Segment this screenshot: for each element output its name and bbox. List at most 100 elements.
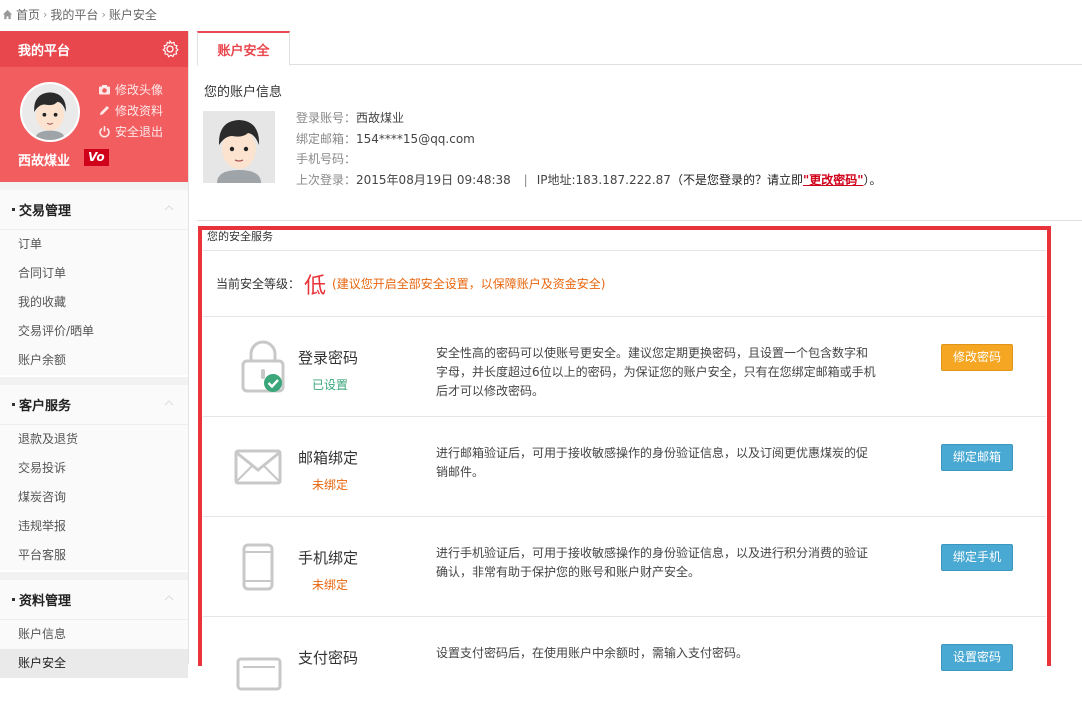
email-label: 绑定邮箱：: [296, 131, 357, 146]
username: 西故煤业: [18, 154, 71, 169]
mobile-phone-icon: [242, 543, 274, 591]
ip-value: 183.187.222.87: [575, 172, 671, 187]
security-level-tip: (建议您开启全部安全设置，以保障账户及资金安全): [332, 277, 606, 291]
change-password-link[interactable]: "更改密码": [803, 173, 864, 187]
login-account-row: 登录账号：西故煤业: [296, 108, 882, 129]
chevron-up-icon: [164, 205, 174, 211]
gear-icon[interactable]: [160, 39, 180, 59]
tab-bar: 账户安全: [197, 31, 1082, 66]
change-password-button[interactable]: 修改密码: [941, 344, 1013, 371]
sidebar-item-contract-orders[interactable]: 合同订单: [0, 259, 188, 288]
sidebar-item-balance[interactable]: 账户余额: [0, 346, 188, 375]
last-login-row: 上次登录：2015年08月19日 09:48:38 | IP地址:183.187.…: [296, 170, 882, 191]
sidebar-group-title[interactable]: 资料管理: [0, 580, 188, 620]
group-title-label: 交易管理: [19, 204, 72, 219]
sidebar-group-title[interactable]: 交易管理: [0, 190, 188, 230]
group-title-label: 客户服务: [19, 399, 72, 414]
envelope-icon: [234, 449, 282, 485]
last-login-label: 上次登录：: [296, 172, 357, 187]
service-desc: 进行手机验证后，可用于接收敏感操作的身份验证信息，以及进行积分消费的验证确认，非…: [436, 546, 869, 579]
security-level-row: 当前安全等级： 低 (建议您开启全部安全设置，以保障账户及资金安全): [203, 250, 1046, 317]
set-pay-password-button[interactable]: 设置密码: [941, 644, 1013, 671]
not-me-text: （不是您登录的？请立即: [670, 172, 803, 187]
logout-label: 安全退出: [115, 125, 164, 139]
not-me-end: ）。: [863, 172, 882, 187]
service-login-password: 登录密码 已设置 安全性高的密码可以使账号更安全。建议您定期更换密码，且设置一个…: [203, 317, 1046, 417]
avatar-cartoon-icon: [22, 84, 78, 140]
pencil-icon: [100, 106, 109, 115]
tab-account-security[interactable]: 账户安全: [197, 31, 290, 66]
vip-badge: Vo: [84, 149, 109, 166]
bullet-icon: [12, 208, 15, 211]
chevron-up-icon: [164, 595, 174, 601]
home-icon: [2, 9, 13, 19]
camera-icon: [99, 85, 110, 95]
keyboard-icon: [236, 657, 282, 691]
email-value: 154****15@qq.com: [356, 131, 475, 146]
sidebar-group-title[interactable]: 客户服务: [0, 385, 188, 425]
login-account-label: 登录账号：: [296, 111, 357, 125]
service-desc: 进行邮箱验证后，可用于接收敏感操作的身份验证信息，以及订阅更优惠煤炭的促销邮件。: [436, 446, 869, 479]
account-avatar: [203, 111, 275, 183]
ip-label: IP地址:: [536, 172, 576, 187]
service-status: 已设置: [311, 378, 348, 392]
service-phone-binding: 手机绑定 未绑定 进行手机验证后，可用于接收敏感操作的身份验证信息，以及进行积分…: [203, 517, 1046, 617]
sidebar-group-trade: 交易管理 订单 合同订单 我的收藏 交易评价/晒单 账户余额: [0, 182, 188, 377]
group-title-label: 资料管理: [19, 594, 72, 609]
bullet-icon: [12, 598, 15, 601]
sidebar-title: 我的平台: [18, 43, 71, 59]
breadcrumb-platform[interactable]: 我的平台: [50, 6, 98, 23]
ip-separator: |: [523, 172, 528, 187]
edit-profile-label: 修改资料: [115, 104, 164, 118]
logout-link[interactable]: 安全退出: [98, 121, 163, 142]
sidebar-group-service: 客户服务 退款及退货 交易投诉 煤炭咨询 违规举报 平台客服: [0, 377, 188, 572]
sidebar-item-complaints[interactable]: 交易投诉: [0, 454, 188, 483]
bind-email-button[interactable]: 绑定邮箱: [941, 444, 1013, 471]
sidebar-item-orders[interactable]: 订单: [0, 230, 188, 259]
profile-links: 修改头像 修改资料 安全退出: [98, 79, 163, 142]
avatar[interactable]: [20, 82, 80, 142]
sidebar-header: 我的平台: [0, 31, 188, 67]
service-status: 未绑定: [311, 578, 348, 592]
profile-card: 修改头像 修改资料 安全退出 西故煤业 Vo: [0, 67, 188, 182]
phone-row: 手机号码：: [296, 149, 882, 170]
login-account-value: 西故煤业: [356, 111, 405, 125]
security-level-value: 低: [304, 273, 327, 299]
service-status: 未绑定: [311, 478, 348, 492]
service-desc: 安全性高的密码可以使账号更安全。建议您定期更换密码，且设置一个包含数字和字母，并…: [436, 346, 876, 398]
bind-phone-button[interactable]: 绑定手机: [941, 544, 1013, 571]
sidebar-item-coal-inquiry[interactable]: 煤炭咨询: [0, 483, 188, 512]
service-desc: 设置支付密码后，在使用账户中余额时，需输入支付密码。: [436, 646, 749, 660]
phone-label: 手机号码：: [296, 152, 357, 166]
security-level-label: 当前安全等级：: [216, 277, 301, 291]
chevron-up-icon: [164, 400, 174, 406]
sidebar-item-favorites[interactable]: 我的收藏: [0, 288, 188, 317]
breadcrumb-separator: ›: [43, 7, 48, 21]
avatar-cartoon-icon: [203, 111, 275, 183]
change-avatar-label: 修改头像: [115, 83, 164, 97]
breadcrumb-current: 账户安全: [108, 7, 157, 22]
sidebar-item-refunds[interactable]: 退款及退货: [0, 425, 188, 454]
email-row: 绑定邮箱：154****15@qq.com: [296, 129, 882, 150]
service-name: 登录密码: [298, 349, 359, 367]
service-pay-password: 支付密码 设置支付密码后，在使用账户中余额时，需输入支付密码。 设置密码: [203, 617, 1046, 717]
account-info-title: 您的账户信息: [204, 85, 283, 100]
sidebar-item-account-info[interactable]: 账户信息: [0, 620, 188, 649]
edit-profile-link[interactable]: 修改资料: [98, 100, 163, 121]
power-icon: [99, 126, 110, 138]
change-avatar-link[interactable]: 修改头像: [98, 79, 163, 100]
service-email-binding: 邮箱绑定 未绑定 进行邮箱验证后，可用于接收敏感操作的身份验证信息，以及订阅更优…: [203, 417, 1046, 517]
bullet-icon: [12, 403, 15, 406]
service-name: 手机绑定: [298, 549, 359, 567]
breadcrumb-home[interactable]: 首页: [16, 6, 40, 23]
sidebar-item-support[interactable]: 平台客服: [0, 541, 188, 570]
sidebar-item-report[interactable]: 违规举报: [0, 512, 188, 541]
breadcrumb-separator: ›: [101, 7, 106, 21]
sidebar-item-reviews[interactable]: 交易评价/晒单: [0, 317, 188, 346]
service-name: 支付密码: [298, 649, 359, 667]
account-info: 登录账号：西故煤业 绑定邮箱：154****15@qq.com 手机号码： 上次…: [296, 108, 882, 190]
service-name: 邮箱绑定: [298, 449, 359, 467]
lock-check-icon: [241, 340, 285, 393]
breadcrumb: 首页 › 我的平台 › 账户安全: [0, 0, 1082, 28]
sidebar: 我的平台 修改头像 修改资料 安全退出 西故煤业 Vo 交易管理 订单 合同订单…: [0, 31, 189, 678]
